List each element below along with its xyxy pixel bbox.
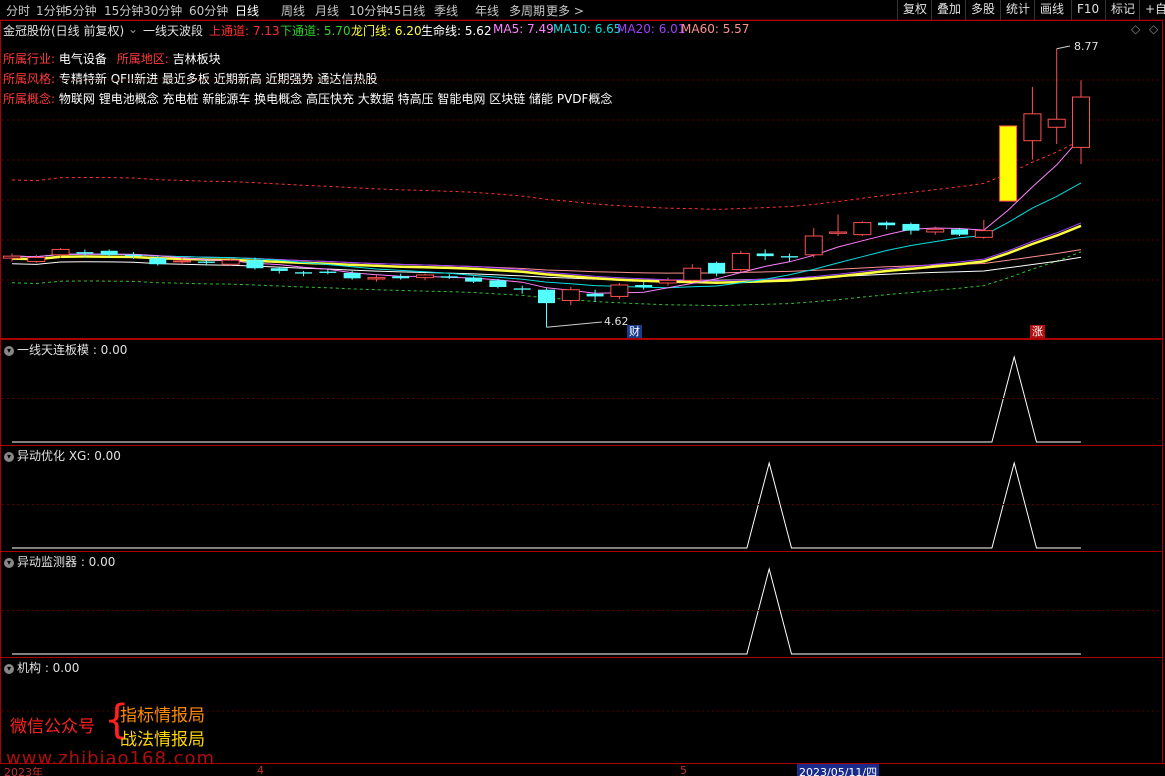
candle-body-20	[489, 280, 507, 288]
pane3-title-text: 异动监测器 : 0.00	[17, 555, 116, 569]
candle-body-9	[221, 259, 240, 265]
pane1-title[interactable]: ▾ 一线天连板模 : 0.00	[4, 341, 127, 358]
candle-body-22	[537, 289, 556, 304]
candle-body-34	[829, 231, 848, 234]
pane1-title-text: 一线天连板模 : 0.00	[17, 343, 128, 357]
limit-up-tag[interactable]: 涨	[1030, 325, 1045, 338]
candle-body-30	[731, 252, 750, 271]
candle-body-3	[76, 252, 94, 254]
ma20-line	[11, 222, 1082, 282]
candle-body-42	[1023, 113, 1042, 142]
candle-body-21	[513, 288, 531, 290]
candle-body-15	[367, 277, 386, 280]
candle-body-10	[246, 260, 264, 269]
high-pointer	[1056, 45, 1071, 50]
candle-body-36	[878, 222, 896, 226]
candle-body-8	[197, 261, 215, 263]
upper-channel-line	[11, 139, 1082, 210]
pane4-title[interactable]: ▾ 机构 : 0.00	[4, 659, 79, 676]
dragon-line	[11, 224, 1082, 284]
candle-body-27	[658, 279, 677, 284]
candle-body-19	[465, 277, 483, 282]
collapse-icon[interactable]: ▾	[4, 663, 14, 674]
candle-body-17	[416, 274, 435, 279]
candle-body-37	[902, 223, 920, 231]
candle-body-14	[343, 272, 361, 279]
candle-body-23	[561, 289, 580, 301]
candle-body-40	[974, 230, 993, 238]
candle-body-28	[683, 267, 702, 281]
ma60-line	[11, 249, 1082, 274]
candle-body-41	[999, 125, 1018, 202]
candle-body-4	[100, 250, 118, 255]
finance-tag[interactable]: 财	[627, 325, 642, 338]
candle-body-16	[392, 276, 410, 279]
collapse-icon[interactable]: ▾	[4, 557, 14, 568]
pane2-title-text: 异动优化 XG: 0.00	[17, 449, 121, 463]
low-pointer	[546, 321, 603, 328]
candle-body-24	[586, 293, 604, 297]
date-axis: 2023年 4 5 2023/05/11/四	[0, 763, 1165, 776]
watermark-wechat: 微信公众号	[10, 717, 95, 737]
candle-body-25	[610, 284, 629, 297]
date-label-apr: 4	[257, 764, 264, 776]
pane2-title[interactable]: ▾ 异动优化 XG: 0.00	[4, 447, 121, 464]
indicator-pane-3[interactable]	[0, 551, 1163, 658]
candle-body-6	[149, 258, 167, 265]
candle-body-29	[708, 262, 726, 274]
date-label-selected[interactable]: 2023/05/11/四	[797, 764, 880, 776]
candle-body-18	[440, 276, 458, 278]
candle-body-2	[51, 248, 70, 256]
candle-body-31	[756, 253, 774, 257]
candle-body-43	[1047, 118, 1066, 128]
candle-body-33	[804, 235, 823, 256]
candle-body-26	[635, 285, 653, 288]
watermark-line1: 指标情报局	[120, 706, 205, 726]
date-label-year: 2023年	[4, 766, 43, 776]
candle-body-1	[27, 256, 46, 263]
collapse-icon[interactable]: ▾	[4, 451, 14, 462]
candle-body-32	[780, 256, 798, 258]
pane4-title-text: 机构 : 0.00	[17, 661, 80, 675]
indicator-pane-2[interactable]	[0, 445, 1163, 552]
high-price-label: 8.77	[1074, 40, 1099, 53]
candle-body-5	[124, 254, 142, 257]
date-label-may: 5	[680, 764, 687, 776]
candle-body-12	[295, 272, 313, 274]
collapse-icon[interactable]: ▾	[4, 345, 14, 356]
candle-body-44	[1071, 96, 1091, 148]
watermark-line2: 战法情报局	[120, 730, 205, 750]
pane3-title[interactable]: ▾ 异动监测器 : 0.00	[4, 553, 115, 570]
candle-body-38	[926, 228, 945, 233]
candle-body-11	[270, 268, 288, 271]
candle-body-39	[951, 229, 969, 235]
indicator-pane-1[interactable]	[0, 339, 1163, 446]
candle-body-35	[853, 222, 872, 236]
candle-body-7	[173, 260, 192, 263]
candle-body-13	[319, 271, 337, 273]
candle-body-0	[2, 255, 22, 259]
